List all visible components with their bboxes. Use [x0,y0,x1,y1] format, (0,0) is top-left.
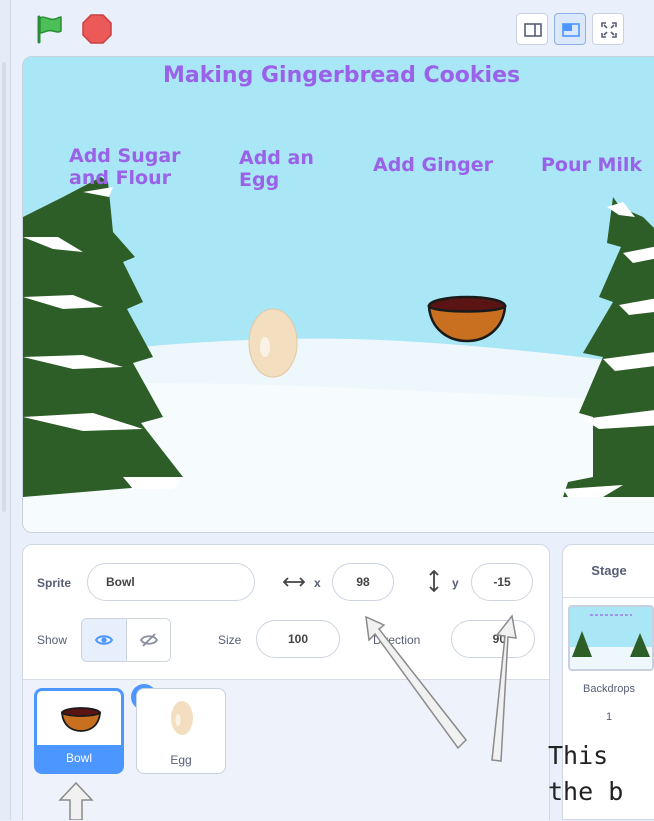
backdrop-thumbnail-image [570,607,652,669]
annotation-text: This the b [548,738,623,810]
small-stage-button[interactable] [516,13,548,45]
show-label: Show [37,633,68,647]
eye-slash-icon [140,633,158,647]
normal-stage-button[interactable] [554,13,586,45]
x-coordinate-input[interactable]: 98 [332,563,394,601]
sprite-tile-egg[interactable]: Egg [136,688,226,774]
show-visible-button[interactable] [82,619,127,661]
green-flag-icon[interactable] [32,12,66,46]
eye-icon [95,635,113,645]
sprite-name-input[interactable]: Bowl [87,563,255,601]
backdrops-label: Backdrops [583,683,635,695]
label-sugar-flour: Add Sugar and Flour [69,145,181,189]
sprite-pane: Sprite Bowl x 98 y -15 Show Size 100 Dir… [22,544,550,821]
left-panel-edge [0,0,11,820]
scrollbar[interactable] [2,62,6,512]
sprite-info-panel: Sprite Bowl x 98 y -15 Show Size 100 Dir… [23,545,549,680]
label-ginger: Add Ginger [373,154,494,176]
x-label: x [314,576,321,590]
stage-title: Making Gingerbread Cookies [163,63,521,88]
label-milk: Pour Milk [541,154,643,176]
stage-toolbar [10,0,654,56]
fullscreen-icon [601,22,617,38]
egg-sprite[interactable] [248,308,298,378]
annotation-line-2: the b [548,777,624,806]
size-input[interactable]: 100 [256,620,340,658]
divider [563,597,654,598]
normal-stage-icon [562,23,580,37]
label-egg: Add an Egg [239,147,314,191]
sprite-tile-label: Bowl [37,745,121,771]
x-arrow-icon [283,577,305,587]
stage-pane-title: Stage [591,563,627,578]
annotation-line-1: This [548,741,609,770]
stop-sign-icon[interactable] [80,12,114,46]
visibility-toggle [81,618,171,662]
y-label: y [452,576,459,590]
backdrops-count: 1 [605,711,613,723]
sprite-label: Sprite [37,576,72,590]
fullscreen-button[interactable] [592,13,624,45]
bowl-thumbnail [60,707,102,732]
stage-canvas[interactable]: Making Gingerbread Cookies Add Sugar and… [22,56,654,533]
size-label: Size [218,633,242,647]
small-stage-icon [524,23,542,37]
stage-backdrop [23,57,654,532]
direction-label: Direction [373,633,421,647]
egg-thumbnail [171,701,193,735]
y-arrow-icon [429,570,439,592]
show-hidden-button[interactable] [127,619,170,661]
direction-input[interactable]: 90 [451,620,535,658]
y-coordinate-input[interactable]: -15 [471,563,533,601]
backdrop-thumbnail[interactable] [568,605,654,671]
sprite-list: Bowl Egg [23,680,549,821]
sprite-tile-bowl[interactable]: Bowl [34,684,157,774]
sprite-tile-label: Egg [170,753,192,767]
